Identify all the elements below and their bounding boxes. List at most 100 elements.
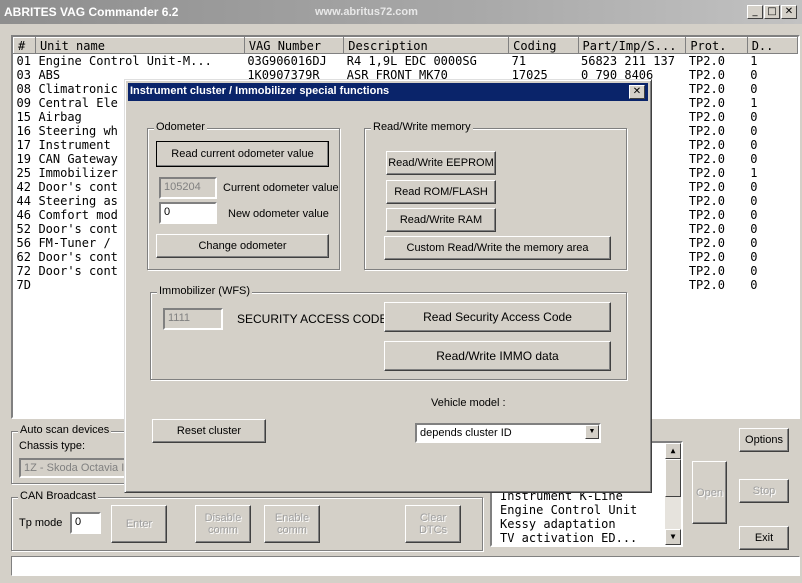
list-item[interactable]: TV activation ED... <box>500 531 637 545</box>
table-cell: TP2.0 <box>688 236 725 250</box>
table-cell: 19 <box>16 152 31 166</box>
auto-scan-label: Auto scan devices <box>18 424 112 436</box>
open-button[interactable]: Open <box>692 461 727 524</box>
table-cell: TP2.0 <box>688 278 725 292</box>
functions-list-scrollbar[interactable]: ▲ ▼ <box>665 443 681 545</box>
table-cell: 08 <box>16 82 31 96</box>
table-cell: 03G906016DJ <box>247 54 327 68</box>
security-code-label: SECURITY ACCESS CODE <box>237 312 388 326</box>
table-cell: 71 <box>511 54 527 68</box>
table-cell: 72 <box>16 264 31 278</box>
custom-memory-button[interactable]: Custom Read/Write the memory area <box>384 236 611 260</box>
grid-column-header[interactable]: D.. <box>746 37 798 54</box>
reset-cluster-button[interactable]: Reset cluster <box>152 419 266 443</box>
table-cell: 7D <box>16 278 31 292</box>
vehicle-model-label: Vehicle model : <box>431 397 506 409</box>
list-item[interactable]: Engine Control Unit <box>500 503 637 517</box>
table-cell: TP2.0 <box>688 166 725 180</box>
dialog-title-bar: Instrument cluster / Immobilizer special… <box>128 83 648 101</box>
site-url: www.abritus72.com <box>315 6 418 18</box>
stop-button[interactable]: Stop <box>739 479 789 503</box>
table-cell: TP2.0 <box>688 180 725 194</box>
table-cell: 52 <box>16 222 31 236</box>
table-cell: 0 <box>750 208 758 222</box>
minimize-button[interactable]: _ <box>747 5 763 19</box>
chevron-down-icon[interactable]: ▼ <box>585 425 599 439</box>
disable-comm-button[interactable]: Disable comm <box>195 505 251 543</box>
table-cell: 15 <box>16 110 31 124</box>
maximize-button[interactable]: □ <box>764 5 780 19</box>
vehicle-model-select[interactable]: depends cluster ID ▼ <box>415 423 601 443</box>
table-cell: TP2.0 <box>688 222 725 236</box>
read-odometer-button[interactable]: Read current odometer value <box>156 141 329 167</box>
table-cell: 09 <box>16 96 31 110</box>
chassis-type-select[interactable]: 1Z - Skoda Octavia II <box>19 458 127 478</box>
table-cell: 0 <box>750 110 758 124</box>
table-cell: 1 <box>750 54 758 68</box>
table-cell: 17 <box>16 138 31 152</box>
table-cell: TP2.0 <box>688 110 725 124</box>
app-title: ABRITES VAG Commander 6.2 <box>4 5 179 19</box>
read-write-eeprom-button[interactable]: Read/Write EEPROM <box>386 151 496 175</box>
grid-column-header[interactable]: # <box>13 37 36 54</box>
table-cell: 0 <box>750 180 758 194</box>
table-cell: 1 <box>750 166 758 180</box>
tp-mode-input[interactable]: 0 <box>70 512 101 534</box>
immobilizer-label: Immobilizer (WFS) <box>157 285 253 297</box>
table-cell: 0 <box>750 138 758 152</box>
table-cell: 0 <box>750 124 758 138</box>
status-bar <box>11 556 800 576</box>
table-cell: Engine Control Unit-M... <box>38 54 212 68</box>
read-rom-flash-button[interactable]: Read ROM/FLASH <box>386 180 496 204</box>
memory-label: Read/Write memory <box>371 121 473 133</box>
scroll-down-icon[interactable]: ▼ <box>665 529 681 545</box>
security-code-field: 1111 <box>163 308 223 330</box>
grid-column-header[interactable]: Part/Imp/S... <box>577 37 687 54</box>
memory-group: Read/Write memory Read/Write EEPROM Read… <box>364 121 627 270</box>
table-cell: TP2.0 <box>688 124 725 138</box>
table-cell: 0 <box>750 152 758 166</box>
list-item[interactable]: Kessy adaptation <box>500 517 616 531</box>
grid-column-header[interactable]: VAG Number <box>243 37 345 54</box>
change-odometer-button[interactable]: Change odometer <box>156 234 329 258</box>
scroll-thumb[interactable] <box>665 459 681 497</box>
table-cell: 0 <box>750 194 758 208</box>
table-cell: 25 <box>16 166 31 180</box>
table-cell: TP2.0 <box>688 68 725 82</box>
grid-column-header[interactable]: Prot. <box>685 37 748 54</box>
new-odometer-label: New odometer value <box>228 208 329 220</box>
table-cell: 46 <box>16 208 31 222</box>
read-write-immo-button[interactable]: Read/Write IMMO data <box>384 341 611 371</box>
table-cell: 0 <box>750 236 758 250</box>
enter-button[interactable]: Enter <box>111 505 167 543</box>
grid-column-header[interactable]: Description <box>343 37 510 54</box>
table-cell: TP2.0 <box>688 194 725 208</box>
table-cell: 16 <box>16 124 31 138</box>
grid-column-header[interactable]: Unit name <box>34 37 245 54</box>
dialog-title: Instrument cluster / Immobilizer special… <box>130 85 390 97</box>
table-cell: TP2.0 <box>688 54 725 68</box>
read-security-code-button[interactable]: Read Security Access Code <box>384 302 611 332</box>
table-cell: 1 <box>750 96 758 110</box>
enable-comm-button[interactable]: Enable comm <box>264 505 320 543</box>
table-cell: 62 <box>16 250 31 264</box>
special-functions-dialog: Instrument cluster / Immobilizer special… <box>124 79 652 493</box>
table-cell: TP2.0 <box>688 152 725 166</box>
exit-button[interactable]: Exit <box>739 526 789 550</box>
read-write-ram-button[interactable]: Read/Write RAM <box>386 208 496 232</box>
options-button[interactable]: Options <box>739 428 789 452</box>
dialog-close-icon[interactable]: ✕ <box>629 85 645 99</box>
close-button[interactable]: ✕ <box>781 5 797 19</box>
new-odometer-input[interactable]: 0 <box>159 202 217 224</box>
table-cell: 44 <box>16 194 31 208</box>
table-row[interactable]: 01 Engine Control Unit-M... 03G906016DJ R4 … <box>14 54 798 69</box>
can-broadcast-group: CAN Broadcast Tp mode 0 Enter Disable co… <box>11 490 483 551</box>
grid-column-header[interactable]: Coding <box>508 37 579 54</box>
odometer-group: Odometer Read current odometer value 105… <box>147 121 340 270</box>
current-odometer-label: Current odometer value <box>223 182 339 194</box>
odometer-label: Odometer <box>154 121 207 133</box>
table-cell: TP2.0 <box>688 82 725 96</box>
table-cell: TP2.0 <box>688 208 725 222</box>
clear-dtcs-button[interactable]: Clear DTCs <box>405 505 461 543</box>
scroll-up-icon[interactable]: ▲ <box>665 443 681 459</box>
